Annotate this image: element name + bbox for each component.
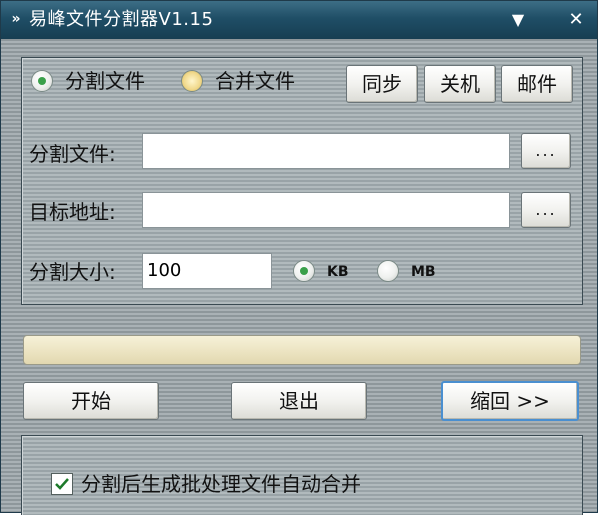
collapse-button[interactable]: 缩回 >> xyxy=(441,381,579,421)
sync-button[interactable]: 同步 xyxy=(346,65,418,103)
minimize-icon[interactable]: ▼ xyxy=(507,9,529,31)
browse-split-file-button[interactable]: ... xyxy=(521,133,571,169)
progress-bar xyxy=(23,335,581,365)
auto-merge-label[interactable]: 分割后生成批处理文件自动合并 xyxy=(81,471,361,497)
title-bar[interactable]: » 易峰文件分割器V1.15 ▼ ✕ xyxy=(1,1,597,39)
checkmark-icon xyxy=(55,478,69,490)
split-size-input[interactable]: 100 xyxy=(142,253,272,289)
auto-merge-checkbox[interactable] xyxy=(51,473,73,495)
exit-button[interactable]: 退出 xyxy=(231,382,367,420)
mb-unit-label[interactable]: MB xyxy=(411,263,436,281)
split-mode-radio[interactable] xyxy=(31,70,53,92)
app-window: » 易峰文件分割器V1.15 ▼ ✕ 分割文件 合并文件 同步 关机 邮件 分割… xyxy=(0,0,598,515)
merge-mode-radio[interactable] xyxy=(181,70,203,92)
app-icon: » xyxy=(11,11,21,27)
merge-mode-label[interactable]: 合并文件 xyxy=(215,68,295,94)
split-mode-label[interactable]: 分割文件 xyxy=(65,68,145,94)
split-file-label: 分割文件: xyxy=(29,142,116,166)
close-icon[interactable]: ✕ xyxy=(565,9,587,31)
split-file-input[interactable] xyxy=(142,133,510,169)
split-size-label: 分割大小: xyxy=(29,260,116,284)
window-title: 易峰文件分割器V1.15 xyxy=(29,9,214,30)
browse-target-button[interactable]: ... xyxy=(521,192,571,228)
mail-button[interactable]: 邮件 xyxy=(501,65,573,103)
mb-unit-radio[interactable] xyxy=(377,260,399,282)
start-button[interactable]: 开始 xyxy=(23,382,159,420)
target-address-label: 目标地址: xyxy=(29,200,116,224)
kb-unit-radio[interactable] xyxy=(293,260,315,282)
target-address-input[interactable] xyxy=(142,192,510,228)
shutdown-button[interactable]: 关机 xyxy=(424,65,496,103)
kb-unit-label[interactable]: KB xyxy=(327,263,349,281)
